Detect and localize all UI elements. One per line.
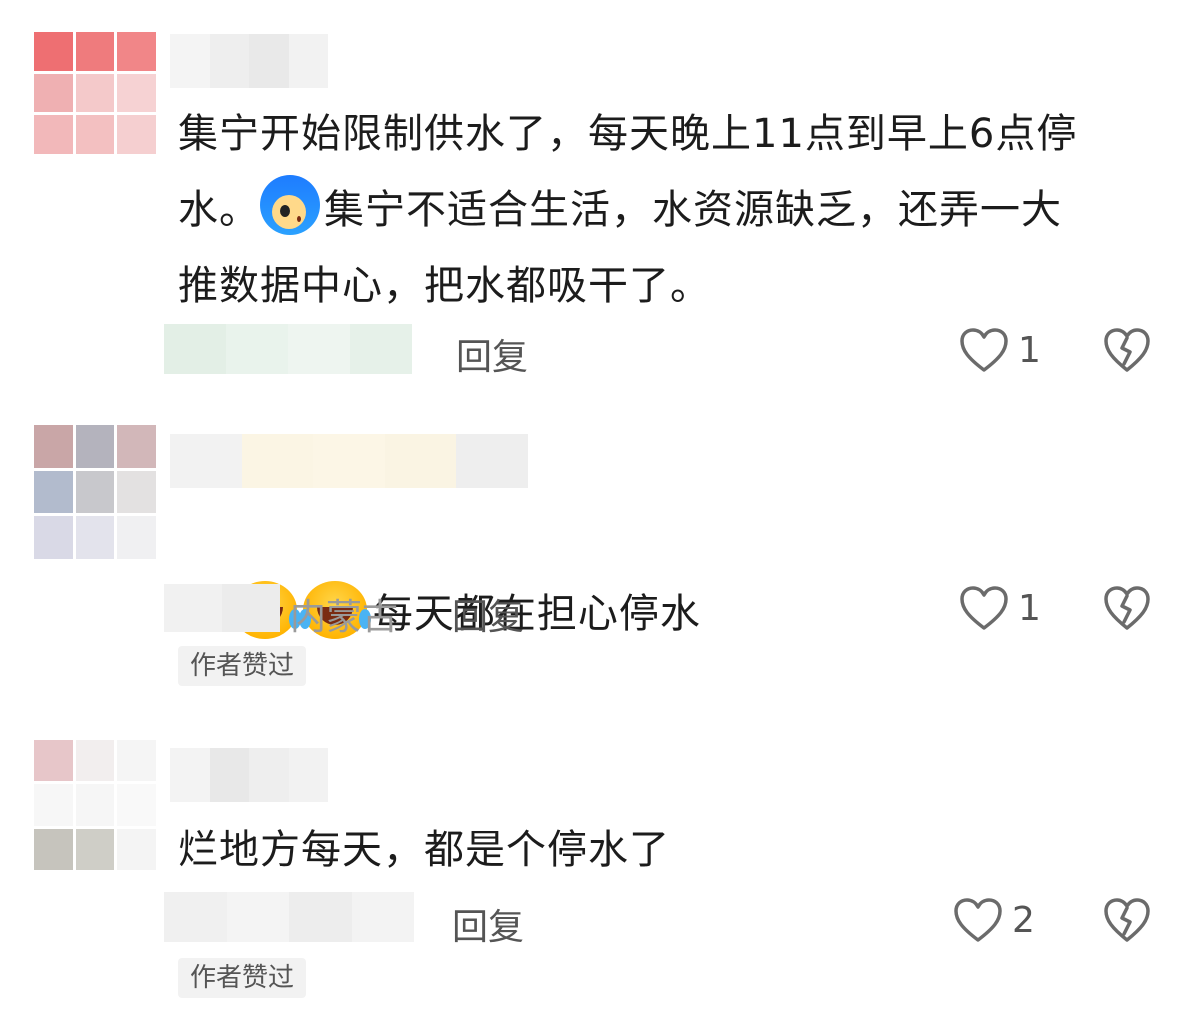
comment-meta xyxy=(164,584,280,632)
like-count: 1 xyxy=(1018,329,1041,371)
reply-button[interactable]: 回复 xyxy=(452,898,524,950)
reply-button[interactable]: 回复 xyxy=(456,328,528,380)
comment-text-part: 每天都在担心停水 xyxy=(372,591,701,637)
avatar[interactable] xyxy=(34,32,156,154)
author-liked-badge: 作者赞过 xyxy=(178,958,307,998)
heart-outline-icon xyxy=(960,328,1008,372)
avatar[interactable] xyxy=(34,740,156,870)
reply-button[interactable]: 回复 xyxy=(452,588,524,640)
like-button[interactable]: 1 xyxy=(958,326,1041,374)
like-count: 2 xyxy=(1012,899,1035,941)
heart-outline-icon xyxy=(960,586,1008,630)
comment-text: 集宁开始限制供水了，每天晚上11点到早上6点停 水。 集宁不适合生活，水资源缺乏，… xyxy=(178,96,1138,324)
username[interactable] xyxy=(170,748,328,802)
dislike-button[interactable] xyxy=(1102,584,1152,636)
comment-meta xyxy=(164,324,412,374)
comment-meta xyxy=(164,892,414,942)
broken-heart-icon xyxy=(1104,328,1150,372)
avatar[interactable] xyxy=(34,425,156,559)
dislike-button[interactable] xyxy=(1102,326,1152,378)
heart-outline-icon xyxy=(954,898,1002,942)
username[interactable] xyxy=(170,34,328,88)
location-label: 内蒙古 xyxy=(290,597,399,638)
comment-text: 烂地方每天，都是个停水了 xyxy=(178,827,670,873)
blue-hair-face-icon xyxy=(260,175,320,235)
like-count: 1 xyxy=(1018,587,1041,629)
broken-heart-icon xyxy=(1104,586,1150,630)
dislike-button[interactable] xyxy=(1102,896,1152,948)
like-button[interactable]: 2 xyxy=(952,896,1035,944)
username[interactable] xyxy=(170,434,528,488)
like-button[interactable]: 1 xyxy=(958,584,1041,632)
author-liked-badge: 作者赞过 xyxy=(178,646,307,686)
broken-heart-icon xyxy=(1104,898,1150,942)
